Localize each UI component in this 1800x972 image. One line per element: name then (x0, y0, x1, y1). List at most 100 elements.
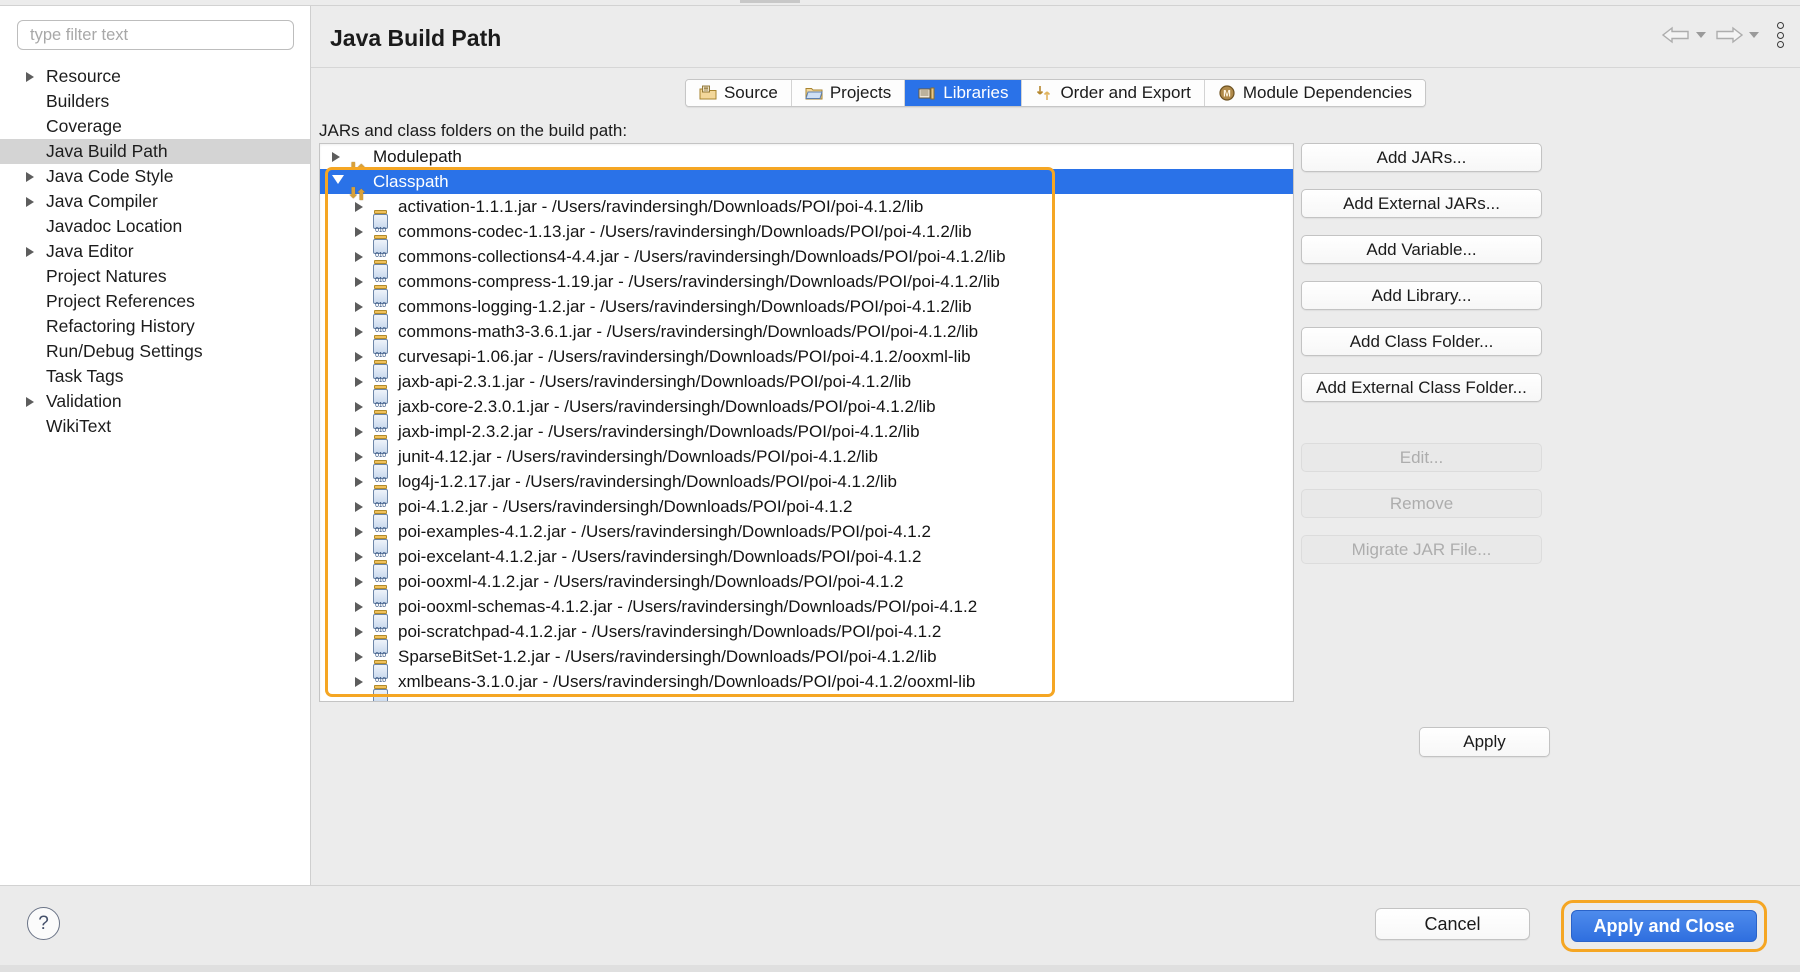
back-nav-group[interactable] (1661, 25, 1706, 45)
add-variable-button[interactable]: Add Variable... (1301, 235, 1542, 264)
jar-entry-label: xmlbeans-3.1.0.jar - /Users/ravindersing… (320, 672, 975, 691)
sidebar-item-label: Run/Debug Settings (46, 341, 203, 361)
expand-triangle-icon[interactable] (355, 552, 363, 562)
header-nav-icons (1661, 22, 1790, 48)
sidebar-item-label: Task Tags (46, 366, 124, 386)
sidebar-item-java-editor[interactable]: Java Editor (0, 239, 310, 264)
expand-triangle-icon[interactable] (355, 527, 363, 537)
add-jars-button[interactable]: Add JARs... (1301, 143, 1542, 172)
expand-triangle-icon[interactable] (26, 197, 34, 207)
table-row[interactable]: 010curvesapi-1.06.jar - /Users/ravinders… (320, 344, 1293, 369)
tab-label: Order and Export (1060, 83, 1190, 103)
table-row[interactable]: 010poi-scratchpad-4.1.2.jar - /Users/rav… (320, 619, 1293, 644)
expand-triangle-icon[interactable] (355, 602, 363, 612)
table-row[interactable]: 010commons-logging-1.2.jar - /Users/ravi… (320, 294, 1293, 319)
forward-nav-group[interactable] (1714, 25, 1759, 45)
table-row[interactable]: 010xmlbeans-3.1.0.jar - /Users/ravinders… (320, 669, 1293, 694)
forward-dropdown-chevron-down-icon[interactable] (1749, 32, 1759, 38)
tab-libraries[interactable]: Libraries (905, 80, 1022, 106)
expand-triangle-icon[interactable] (26, 397, 34, 407)
sidebar-item-wikitext[interactable]: WikiText (0, 414, 310, 439)
collapse-triangle-icon[interactable] (332, 175, 344, 189)
cancel-button[interactable]: Cancel (1375, 908, 1530, 940)
sidebar-item-run-debug-settings[interactable]: Run/Debug Settings (0, 339, 310, 364)
expand-triangle-icon[interactable] (355, 202, 363, 212)
expand-triangle-icon[interactable] (355, 377, 363, 387)
expand-triangle-icon[interactable] (26, 172, 34, 182)
expand-triangle-icon[interactable] (355, 502, 363, 512)
table-row[interactable]: 010activation-1.1.1.jar - /Users/ravinde… (320, 194, 1293, 219)
jar-entry-label: commons-collections4-4.4.jar - /Users/ra… (320, 247, 1006, 266)
sidebar-item-task-tags[interactable]: Task Tags (0, 364, 310, 389)
expand-triangle-icon[interactable] (332, 152, 340, 162)
expand-triangle-icon[interactable] (355, 577, 363, 587)
table-row[interactable]: 010junit-4.12.jar - /Users/ravindersingh… (320, 444, 1293, 469)
table-row[interactable]: 010poi-ooxml-schemas-4.1.2.jar - /Users/… (320, 594, 1293, 619)
add-external-class-folder-button[interactable]: Add External Class Folder... (1301, 373, 1542, 402)
table-row[interactable]: 010poi-excelant-4.1.2.jar - /Users/ravin… (320, 544, 1293, 569)
back-arrow-icon[interactable] (1661, 25, 1691, 45)
table-row[interactable]: 010commons-compress-1.19.jar - /Users/ra… (320, 269, 1293, 294)
sidebar-item-project-references[interactable]: Project References (0, 289, 310, 314)
table-row[interactable]: 010poi-ooxml-4.1.2.jar - /Users/ravinder… (320, 569, 1293, 594)
table-row[interactable]: 010poi-examples-4.1.2.jar - /Users/ravin… (320, 519, 1293, 544)
preferences-tree: ResourceBuildersCoverageJava Build PathJ… (0, 64, 310, 439)
expand-triangle-icon[interactable] (355, 477, 363, 487)
add-external-jars-button[interactable]: Add External JARs... (1301, 189, 1542, 218)
expand-triangle-icon[interactable] (26, 247, 34, 257)
expand-triangle-icon[interactable] (355, 452, 363, 462)
table-row[interactable]: 010log4j-1.2.17.jar - /Users/ravindersin… (320, 469, 1293, 494)
sidebar-item-builders[interactable]: Builders (0, 89, 310, 114)
expand-triangle-icon[interactable] (355, 327, 363, 337)
sidebar-item-refactoring-history[interactable]: Refactoring History (0, 314, 310, 339)
tab-projects[interactable]: Projects (792, 80, 905, 106)
jar-entry-label: commons-math3-3.6.1.jar - /Users/ravinde… (320, 322, 978, 341)
table-row[interactable]: 010jaxb-api-2.3.1.jar - /Users/ravinders… (320, 369, 1293, 394)
expand-triangle-icon[interactable] (355, 252, 363, 262)
sidebar-item-coverage[interactable]: Coverage (0, 114, 310, 139)
sidebar-item-validation[interactable]: Validation (0, 389, 310, 414)
add-library-button[interactable]: Add Library... (1301, 281, 1542, 310)
expand-triangle-icon[interactable] (26, 72, 34, 82)
library-action-buttons: Add JARs... Add External JARs... Add Varia… (1301, 143, 1549, 581)
apply-button[interactable]: Apply (1419, 727, 1550, 757)
tab-source[interactable]: Source (686, 80, 792, 106)
table-row[interactable]: 010SparseBitSet-1.2.jar - /Users/ravinde… (320, 644, 1293, 669)
table-row[interactable]: 010poi-4.1.2.jar - /Users/ravindersingh/… (320, 494, 1293, 519)
add-class-folder-button[interactable]: Add Class Folder... (1301, 327, 1542, 356)
table-row[interactable]: 010jaxb-impl-2.3.2.jar - /Users/ravinder… (320, 419, 1293, 444)
vertical-kebab-menu-icon[interactable] (1777, 22, 1784, 48)
tree-group-row[interactable]: ⬇⬆Classpath (320, 169, 1293, 194)
jar-entry-label: jaxb-core-2.3.0.1.jar - /Users/ravinders… (320, 397, 936, 416)
expand-triangle-icon[interactable] (355, 677, 363, 687)
expand-triangle-icon[interactable] (355, 627, 363, 637)
tree-group-row[interactable]: ⬇⬆Modulepath (320, 144, 1293, 169)
sidebar-item-javadoc-location[interactable]: Javadoc Location (0, 214, 310, 239)
search-input[interactable] (17, 20, 294, 50)
tab-module-dependencies[interactable]: MModule Dependencies (1205, 80, 1425, 106)
table-row[interactable]: 010commons-codec-1.13.jar - /Users/ravin… (320, 219, 1293, 244)
expand-triangle-icon[interactable] (355, 402, 363, 412)
tab-label: Source (724, 83, 778, 103)
tab-order-and-export[interactable]: Order and Export (1022, 80, 1204, 106)
expand-triangle-icon[interactable] (355, 277, 363, 287)
back-dropdown-chevron-down-icon[interactable] (1696, 32, 1706, 38)
expand-triangle-icon[interactable] (355, 302, 363, 312)
sidebar-item-java-compiler[interactable]: Java Compiler (0, 189, 310, 214)
sidebar-item-resource[interactable]: Resource (0, 64, 310, 89)
expand-triangle-icon[interactable] (355, 227, 363, 237)
table-row[interactable]: 010commons-collections4-4.4.jar - /Users… (320, 244, 1293, 269)
sidebar-item-java-build-path[interactable]: Java Build Path (0, 139, 310, 164)
apply-and-close-button[interactable]: Apply and Close (1571, 910, 1757, 942)
page-title: Java Build Path (330, 25, 501, 52)
forward-arrow-icon[interactable] (1714, 25, 1744, 45)
table-row[interactable]: 010commons-math3-3.6.1.jar - /Users/ravi… (320, 319, 1293, 344)
expand-triangle-icon[interactable] (355, 352, 363, 362)
table-row[interactable]: 010jaxb-core-2.3.0.1.jar - /Users/ravind… (320, 394, 1293, 419)
sidebar-item-java-code-style[interactable]: Java Code Style (0, 164, 310, 189)
question-mark-help-icon[interactable]: ? (27, 907, 60, 940)
expand-triangle-icon[interactable] (355, 427, 363, 437)
expand-triangle-icon[interactable] (355, 652, 363, 662)
build-path-list[interactable]: ⬇⬆Modulepath⬇⬆Classpath010activation-1.1… (319, 143, 1294, 702)
sidebar-item-project-natures[interactable]: Project Natures (0, 264, 310, 289)
